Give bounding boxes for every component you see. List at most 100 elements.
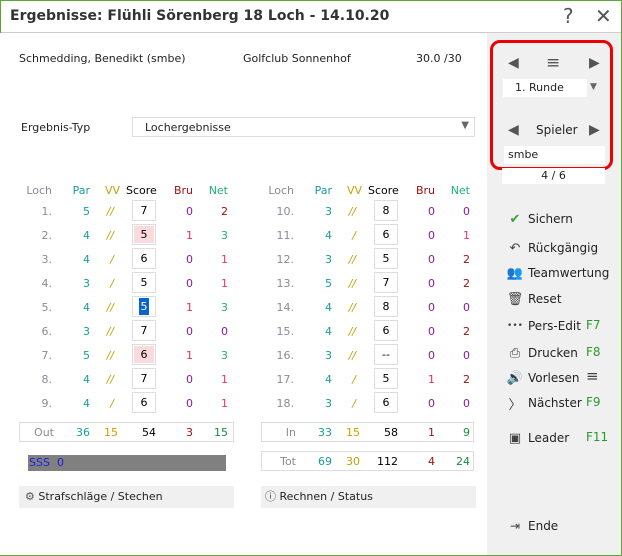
hole-netto: 1 <box>463 229 470 242</box>
spieler-label: Spieler <box>536 123 578 137</box>
score-value: 6 <box>382 396 390 409</box>
score-value: 5 <box>382 252 390 265</box>
score-input[interactable]: 5 <box>374 248 398 269</box>
hole-netto: 1 <box>221 253 228 266</box>
hole-brutto: 0 <box>428 301 435 314</box>
ende-button[interactable]: ⇥ Ende <box>505 516 558 536</box>
gear-icon: ⚙ <box>25 490 35 503</box>
hole-brutto: 0 <box>186 397 193 410</box>
score-input[interactable]: 5 <box>132 272 156 293</box>
prev-player-arrow-icon[interactable]: ◀ <box>508 122 519 138</box>
check-icon: ✔ <box>509 211 521 227</box>
title-bar: Ergebnisse: Flühli Sörenberg 18 Loch - 1… <box>1 1 621 33</box>
column-header-bru: Bru <box>173 184 193 197</box>
hole-brutto: 0 <box>428 229 435 242</box>
column-header-bru: Bru <box>415 184 435 197</box>
score-input[interactable]: 7 <box>374 272 398 293</box>
player-count: 4 / 6 <box>502 168 605 184</box>
score-input[interactable]: 6 <box>374 392 398 413</box>
strafschlaege-button[interactable]: ⚙ Strafschläge / Stechen <box>19 486 234 508</box>
column-header-net: Net <box>450 184 470 197</box>
score-input[interactable]: 7 <box>132 368 156 389</box>
shortcut-key: F7 <box>586 318 601 332</box>
shortcut-key: F11 <box>586 430 609 444</box>
image-icon: ▣ <box>508 430 522 446</box>
score-value: 6 <box>140 396 148 409</box>
hole-netto: 0 <box>463 349 470 362</box>
hole-vv: / <box>352 373 356 386</box>
score-input[interactable]: 7 <box>132 320 156 341</box>
score-input[interactable]: 6 <box>132 344 156 365</box>
strafschlaege-label: Strafschläge / Stechen <box>38 490 163 503</box>
hole-number: 3. <box>41 253 53 266</box>
score-input[interactable]: 6 <box>374 320 398 341</box>
vorlesen-menu-icon[interactable]: ≡ <box>586 367 599 385</box>
score-input[interactable]: 5 <box>132 224 156 245</box>
score-input[interactable]: 5 <box>374 368 398 389</box>
score-input[interactable]: 8 <box>374 296 398 317</box>
score-value: 5 <box>140 276 148 289</box>
shortcut-key: F9 <box>586 395 601 409</box>
menu-item-drucken[interactable]: ⎙ Drucken <box>505 343 578 363</box>
menu-label: Pers-Edit <box>528 319 581 333</box>
hole-netto: 2 <box>463 373 470 386</box>
menu-item-rckgngig[interactable]: ↶ Rückgängig <box>505 238 599 258</box>
menu-item-leader[interactable]: ▣ Leader <box>505 428 569 448</box>
menu-item-sichern[interactable]: ✔ Sichern <box>505 209 573 229</box>
hole-brutto: 0 <box>428 397 435 410</box>
spieler-input[interactable]: smbe <box>504 146 605 164</box>
hole-number: 4. <box>41 277 53 290</box>
score-input[interactable]: 7 <box>132 200 156 221</box>
score-input[interactable]: 6 <box>374 224 398 245</box>
hole-brutto: 0 <box>186 373 193 386</box>
menu-icon[interactable]: ≡ <box>546 53 560 73</box>
prev-round-arrow-icon[interactable]: ◀ <box>508 55 519 71</box>
menu-item-nchster[interactable]: 〉 Nächster <box>505 393 582 413</box>
printer-icon: ⎙ <box>509 345 521 361</box>
score-input[interactable]: 5 <box>132 296 156 317</box>
hole-number: 8. <box>41 373 53 386</box>
hole-number: 17. <box>276 373 295 386</box>
score-input[interactable]: 8 <box>374 200 398 221</box>
menu-label: Sichern <box>528 212 573 226</box>
round-chevron-down-icon[interactable]: ▼ <box>590 82 597 92</box>
hole-brutto: 0 <box>428 325 435 338</box>
help-icon[interactable]: ? <box>563 4 574 28</box>
next-player-arrow-icon[interactable]: ▶ <box>589 122 600 138</box>
score-value: 6 <box>140 252 148 265</box>
close-icon[interactable]: ✕ <box>595 4 612 28</box>
column-header-loch: Loch <box>268 184 294 197</box>
score-value: 5 <box>134 226 154 243</box>
hole-netto: 0 <box>463 397 470 410</box>
hole-netto: 2 <box>463 325 470 338</box>
score-input[interactable]: 6 <box>132 248 156 269</box>
hole-brutto: 1 <box>186 349 193 362</box>
hole-netto: 0 <box>463 205 470 218</box>
menu-item-reset[interactable]: 🗑 Reset <box>505 289 562 309</box>
column-header-vv: VV <box>104 184 120 197</box>
menu-item-teamwertung[interactable]: 👥 Teamwertung <box>505 263 609 283</box>
column-header-score: Score <box>126 184 157 197</box>
menu-item-vorlesen[interactable]: 🔊 Vorlesen <box>505 368 580 388</box>
hole-number: 16. <box>276 349 295 362</box>
column-header-vv: VV <box>346 184 362 197</box>
ergebnis-typ-select[interactable]: Lochergebnisse ▼ <box>132 117 475 137</box>
hole-vv: // <box>348 253 356 266</box>
hole-number: 14. <box>276 301 295 314</box>
ende-label: Ende <box>528 519 559 533</box>
hole-vv: / <box>110 277 114 290</box>
menu-item-persedit[interactable]: ••• Pers-Edit <box>505 316 581 336</box>
hole-vv: / <box>352 397 356 410</box>
menu-label: Nächster <box>528 396 582 410</box>
menu-label: Reset <box>528 292 562 306</box>
hole-vv: / <box>110 253 114 266</box>
hole-number: 12. <box>276 253 295 266</box>
round-select[interactable]: 1. Runde <box>503 79 587 97</box>
score-input[interactable]: 6 <box>132 392 156 413</box>
next-round-arrow-icon[interactable]: ▶ <box>589 55 600 71</box>
rechnen-button[interactable]: ⓘ Rechnen / Status <box>261 486 476 508</box>
player-club: Golfclub Sonnenhof <box>243 52 351 65</box>
score-input[interactable]: -- <box>374 344 398 365</box>
hole-vv: / <box>110 397 114 410</box>
column-header-net: Net <box>208 184 228 197</box>
